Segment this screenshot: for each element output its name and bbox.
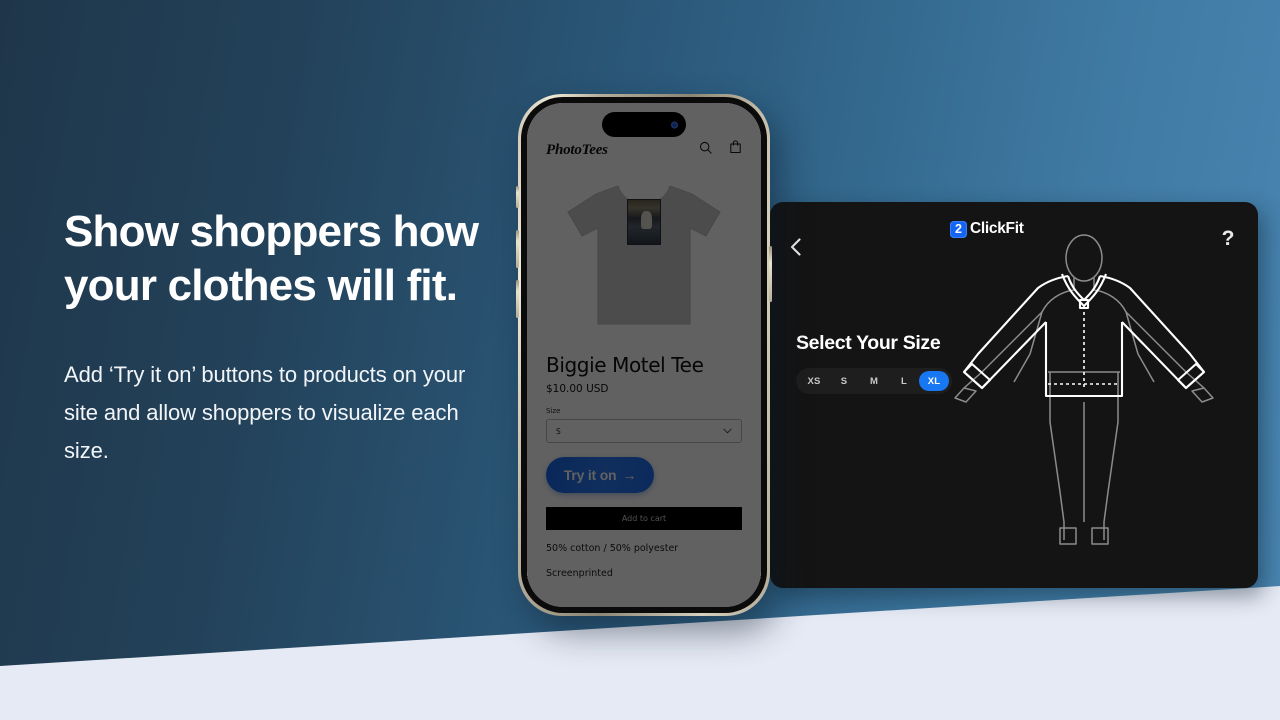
chevron-left-icon xyxy=(789,237,802,262)
arrow-right-icon: → xyxy=(622,467,637,483)
product-price: $10.00 USD xyxy=(546,383,609,395)
phone-mute-switch xyxy=(516,186,519,208)
clickfit-panel: 2 ClickFit ? Select Your Size XS S M L X… xyxy=(770,202,1258,588)
product-image xyxy=(527,165,761,345)
garment-outline xyxy=(962,273,1206,398)
chevron-down-icon xyxy=(723,427,732,436)
try-it-on-label: Try it on xyxy=(563,467,617,483)
add-to-cart-button[interactable]: Add to cart xyxy=(546,507,742,530)
phone-power-button xyxy=(769,246,772,302)
phone-body: PhotoTees Biggie Motel Tee $10.00 USD Si… xyxy=(521,97,767,613)
store-logo[interactable]: PhotoTees xyxy=(546,142,608,159)
size-select[interactable]: S xyxy=(546,419,742,443)
product-details: Biggie Motel Tee $10.00 USD Size S Try i… xyxy=(527,345,761,579)
dynamic-island xyxy=(602,112,686,137)
tshirt-photo-print xyxy=(627,199,661,245)
product-title: Biggie Motel Tee xyxy=(546,353,704,377)
product-material: 50% cotton / 50% polyester xyxy=(546,543,679,554)
size-option-xs[interactable]: XS xyxy=(799,371,829,391)
page-subtitle: Add ‘Try it on’ buttons to products on y… xyxy=(64,362,466,463)
marketing-copy: Show shoppers how your clothes will fit.… xyxy=(64,205,504,470)
page-title: Show shoppers how your clothes will fit. xyxy=(64,207,479,310)
phone-mockup: PhotoTees Biggie Motel Tee $10.00 USD Si… xyxy=(516,94,772,616)
mannequin-body xyxy=(954,234,1214,545)
shopping-bag-icon[interactable] xyxy=(729,140,742,159)
measurement-guides xyxy=(1048,306,1120,390)
search-icon[interactable] xyxy=(699,141,712,159)
phone-screen: PhotoTees Biggie Motel Tee $10.00 USD Si… xyxy=(527,103,761,607)
size-select-value: S xyxy=(556,426,561,436)
mannequin-fit-preview xyxy=(952,222,1252,572)
size-pill-group[interactable]: XS S M L XL xyxy=(796,368,952,394)
size-option-m[interactable]: M xyxy=(859,371,889,391)
size-option-s[interactable]: S xyxy=(829,371,859,391)
front-camera-icon xyxy=(671,121,678,128)
phone-volume-up-button xyxy=(516,230,519,268)
size-field-label: Size xyxy=(546,407,561,415)
product-print-method: Screenprinted xyxy=(546,568,613,579)
screenshot-stage: Show shoppers how your clothes will fit.… xyxy=(0,0,1280,720)
phone-volume-down-button xyxy=(516,280,519,318)
size-option-l[interactable]: L xyxy=(889,371,919,391)
store-header-actions xyxy=(699,140,742,159)
try-it-on-button[interactable]: Try it on → xyxy=(546,457,654,493)
mannequin-svg xyxy=(954,234,1214,545)
back-button[interactable] xyxy=(778,232,812,266)
size-option-xl[interactable]: XL xyxy=(919,371,949,391)
